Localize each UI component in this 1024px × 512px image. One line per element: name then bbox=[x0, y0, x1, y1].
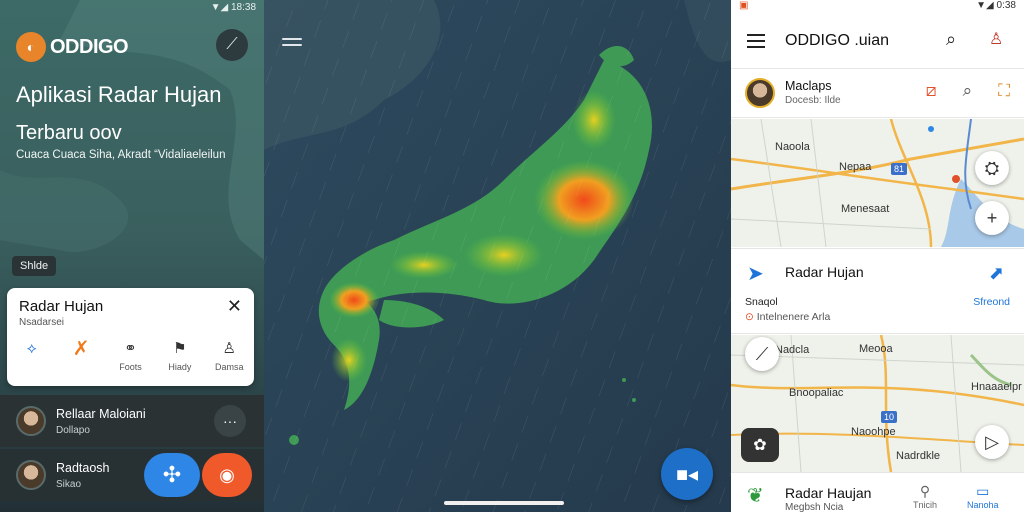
tools-icon: ✗ bbox=[72, 338, 90, 360]
chat-icon: ▭ bbox=[976, 483, 990, 499]
flag-icon: ⚑ bbox=[173, 340, 187, 357]
menu-icon[interactable] bbox=[282, 38, 302, 50]
profile-name: Maclaps bbox=[785, 79, 832, 93]
radar-map-canvas bbox=[264, 0, 731, 512]
layers-icon[interactable]: ⛭ bbox=[975, 151, 1009, 185]
action-tools[interactable]: ✗ bbox=[59, 338, 103, 372]
person-icon: ♙ bbox=[222, 340, 236, 357]
radar-card: Radar Hujan Nsadarsei ✕ ⟡ ✗ ⚭ Foots ⚑ Hi… bbox=[7, 288, 254, 386]
play-icon[interactable]: ▷ bbox=[975, 425, 1009, 459]
share-icon[interactable]: ⬈ bbox=[989, 263, 1004, 284]
radar-map[interactable]: ■◂ bbox=[264, 0, 731, 512]
navigate-icon: ➤ bbox=[747, 263, 764, 285]
pin-icon[interactable]: ⟋ bbox=[216, 29, 248, 61]
app-root: ▼◢ 18:38 ◐ ODDIGO ⟋ Aplikasi Radar Hujan… bbox=[0, 0, 1024, 512]
hero-subtitle: Terbaru oov bbox=[16, 122, 122, 144]
action-damsa[interactable]: ♙ Damsa bbox=[207, 340, 251, 372]
app-title: ODDIGO .uian bbox=[785, 32, 890, 49]
status-bar: ▣ ▼◢ 0:38 bbox=[731, 0, 1024, 12]
info-title: Radar Hujan bbox=[785, 264, 864, 280]
pin-icon: ⚲ bbox=[919, 483, 931, 499]
zoom-in-icon[interactable]: + bbox=[975, 201, 1009, 235]
row-sub: Sikao bbox=[56, 478, 82, 490]
map-label: Nadcla bbox=[775, 344, 810, 356]
info-card[interactable]: ➤ Radar Hujan ⬈ Snaqol Sfreond ⊙ Intelne… bbox=[731, 248, 1024, 334]
camera-fab[interactable]: ■◂ bbox=[661, 448, 713, 500]
search-icon[interactable]: ⌕ bbox=[963, 81, 973, 101]
avatar bbox=[16, 460, 46, 490]
bottom-bar: ❦ Radar Haujan Megbsh Ncia ⚲ Tnicih ▭ Na… bbox=[731, 472, 1024, 512]
location-icon[interactable]: ⛶ bbox=[998, 81, 1010, 101]
menu-icon[interactable] bbox=[747, 34, 765, 52]
navigate-icon: ⟡ bbox=[26, 340, 37, 357]
action-label: Hiady bbox=[168, 362, 192, 372]
info-action[interactable]: Sfreond bbox=[973, 296, 1010, 308]
left-panel: ▼◢ 18:38 ◐ ODDIGO ⟋ Aplikasi Radar Hujan… bbox=[0, 0, 264, 512]
app-bar: ODDIGO .uian ⌕ ♙ bbox=[731, 20, 1024, 64]
street-map-top[interactable]: Naoola Nepaa Menesaat 81 ⛭ + bbox=[731, 119, 1024, 247]
map-label: Naoola bbox=[775, 141, 810, 153]
map-label: Nadrdkle bbox=[896, 450, 941, 462]
profile-row[interactable]: Maclaps Docesb: Ilde ⧄ ⌕ ⛶ bbox=[731, 68, 1024, 118]
share-fab[interactable]: ✣ bbox=[144, 453, 200, 497]
hero-description: Cuaca Cuaca Siha, Akradt “Vidaliaeleilun bbox=[16, 149, 226, 161]
leaf-icon: ❦ bbox=[747, 485, 764, 507]
map-label: Bnoopaliac bbox=[789, 387, 844, 399]
search-icon[interactable]: ⌕ bbox=[946, 29, 956, 50]
map-label: Meooa bbox=[859, 343, 893, 355]
info-location: ⊙ Intelnenere Arla bbox=[745, 311, 830, 323]
logo-text: ODDIGO bbox=[50, 35, 129, 58]
more-icon[interactable]: ··· bbox=[214, 405, 246, 437]
tag-chip[interactable]: Shlde bbox=[12, 256, 57, 276]
map-label: Naoohpe bbox=[851, 426, 896, 438]
bottom-sub: Megbsh Ncia bbox=[785, 502, 844, 512]
action-label: Foots bbox=[119, 362, 142, 372]
people-icon: ⚭ bbox=[124, 340, 137, 357]
close-icon[interactable]: ✕ bbox=[227, 296, 242, 317]
action-hiady[interactable]: ⚑ Hiady bbox=[158, 340, 202, 372]
map-label: Hnaaaelpr bbox=[971, 381, 1022, 393]
compass-icon[interactable]: ⟋ bbox=[745, 337, 779, 371]
nav-label: Tnicih bbox=[913, 500, 938, 510]
status-text: ▼◢ 0:38 bbox=[976, 0, 1016, 11]
avatar bbox=[745, 78, 775, 108]
road-shield: 10 bbox=[881, 411, 898, 423]
info-label: Snaqol bbox=[745, 296, 778, 308]
logo-icon: ◐ bbox=[16, 32, 46, 62]
bottom-title: Radar Haujan bbox=[785, 485, 872, 501]
avatar bbox=[16, 406, 46, 436]
row-name: Rellaar Maloiani bbox=[56, 406, 146, 421]
nav-item-tnicih[interactable]: ⚲ Tnicih bbox=[913, 483, 937, 510]
app-logo: ◐ ODDIGO bbox=[16, 32, 129, 62]
status-bar: ▼◢ 18:38 bbox=[210, 2, 256, 13]
pin-icon: ⊙ bbox=[745, 311, 754, 323]
nav-item-nanoha[interactable]: ▭ Nanoha bbox=[967, 483, 999, 510]
image-icon[interactable]: ⧄ bbox=[926, 81, 937, 101]
list-item[interactable]: Rellaar Maloiani Dollapo ··· bbox=[0, 395, 264, 447]
nav-label: Nanoha bbox=[967, 500, 999, 510]
card-actions: ⟡ ✗ ⚭ Foots ⚑ Hiady ♙ Damsa bbox=[7, 338, 254, 372]
map-label: Nepaa bbox=[839, 161, 872, 173]
right-panel: ▣ ▼◢ 0:38 ODDIGO .uian ⌕ ♙ Maclaps Doces… bbox=[731, 0, 1024, 512]
card-title: Radar Hujan bbox=[19, 298, 104, 315]
action-navigate[interactable]: ⟡ bbox=[10, 340, 54, 372]
notification-icon: ▣ bbox=[739, 0, 749, 11]
record-fab[interactable]: ◉ bbox=[202, 453, 252, 497]
row-sub: Dollapo bbox=[56, 424, 90, 436]
action-label: Damsa bbox=[214, 362, 244, 372]
action-foots[interactable]: ⚭ Foots bbox=[108, 340, 152, 372]
home-indicator bbox=[444, 501, 564, 505]
row-name: Radtaosh bbox=[56, 460, 110, 475]
card-subtitle: Nsadarsei bbox=[19, 317, 65, 328]
hero-title: Aplikasi Radar Hujan bbox=[16, 82, 222, 107]
map-label: Menesaat bbox=[841, 203, 890, 215]
user-icon[interactable]: ♙ bbox=[989, 29, 1003, 49]
location-text: Intelnenere Arla bbox=[756, 311, 831, 323]
profile-sub: Docesb: Ilde bbox=[785, 95, 841, 106]
road-shield: 81 bbox=[891, 163, 908, 175]
layers-icon[interactable]: ✿ bbox=[741, 428, 779, 462]
